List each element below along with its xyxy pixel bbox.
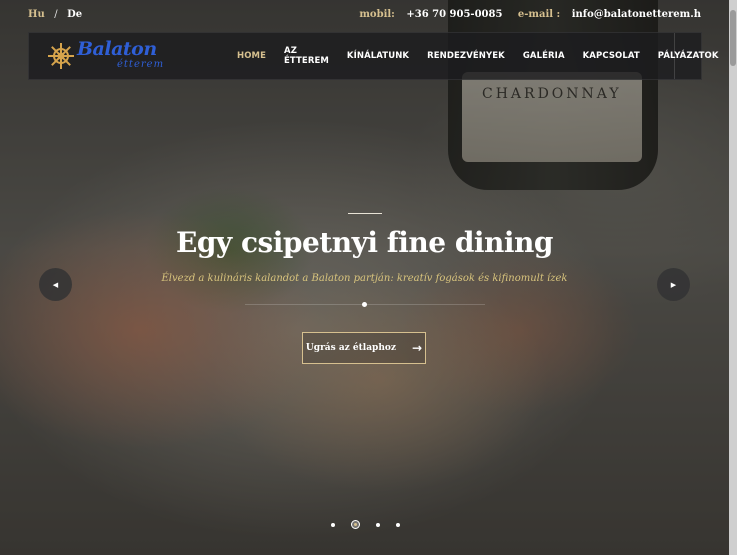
hero-subtitle: Élvezd a kulináris kalandot a Balaton pa… [161, 273, 568, 284]
slider-dot-2-active[interactable] [351, 520, 360, 529]
slider-pagination [331, 520, 416, 529]
slider-dot-4[interactable] [396, 522, 400, 527]
menu-cta-button[interactable]: Ugrás az étlaphoz → [302, 332, 426, 364]
page-scrollbar[interactable] [729, 0, 737, 555]
cta-label: Ugrás az étlaphoz [305, 343, 396, 353]
slider-dot-3[interactable] [376, 522, 380, 527]
slider-dot-1[interactable] [331, 522, 335, 527]
hero-title: Egy csipetnyi fine dining [176, 226, 553, 259]
chevron-left-icon: ◀ [52, 280, 59, 289]
hero-title-line [348, 213, 382, 214]
chevron-right-icon: ▶ [670, 280, 677, 289]
hero-slider: Egy csipetnyi fine dining Élvezd a kulin… [0, 0, 729, 555]
slider-prev-button[interactable]: ◀ [39, 268, 72, 301]
hero-divider-dot [362, 302, 367, 307]
arrow-right-icon: → [412, 341, 423, 355]
slider-next-button[interactable]: ▶ [657, 268, 690, 301]
